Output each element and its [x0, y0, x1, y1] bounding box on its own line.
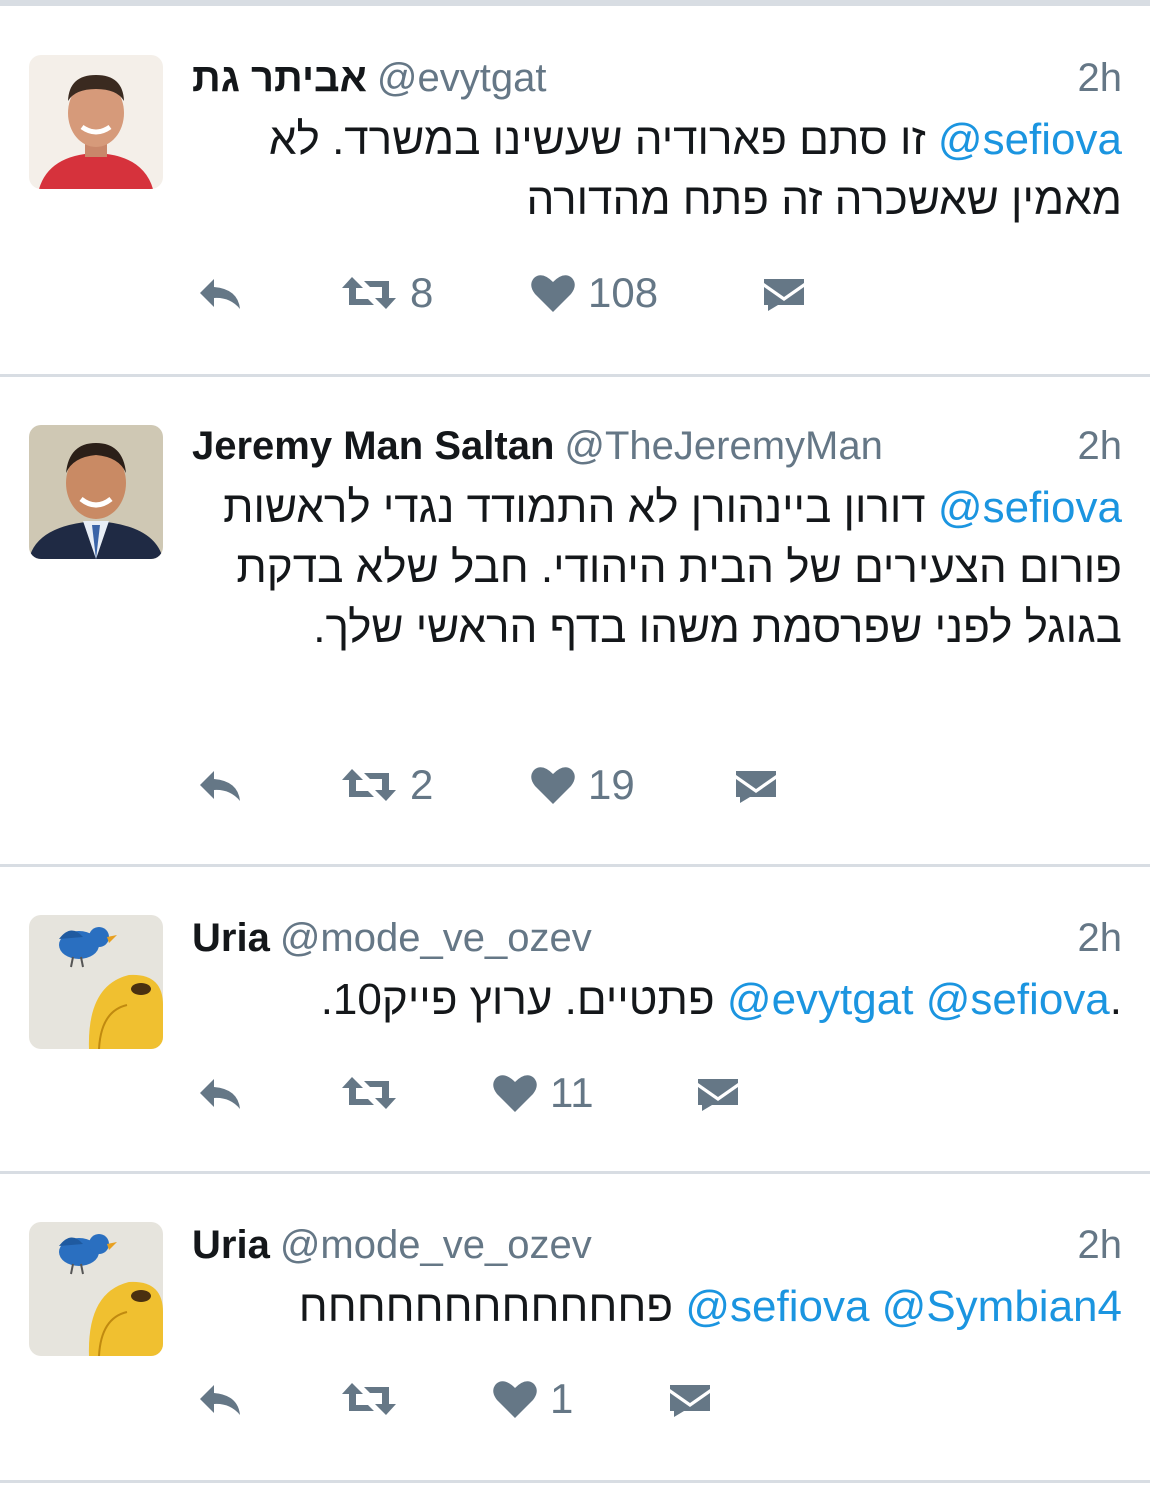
heart-icon	[531, 767, 575, 804]
avatar[interactable]	[29, 915, 163, 1049]
tweet-divider	[0, 1480, 1150, 1483]
like-button[interactable]: 11	[492, 1068, 594, 1118]
avatar[interactable]	[29, 425, 163, 559]
like-button[interactable]: 19	[530, 760, 635, 810]
retweet-icon	[342, 277, 396, 309]
dm-button[interactable]	[696, 1068, 740, 1118]
avatar[interactable]	[29, 55, 163, 189]
retweet-button[interactable]	[340, 1374, 410, 1424]
like-button[interactable]: 108	[530, 268, 658, 318]
retweet-icon	[342, 1383, 396, 1415]
heart-icon	[531, 275, 575, 312]
mention-link[interactable]: @sefiova	[938, 483, 1122, 532]
timestamp[interactable]: 2h	[1078, 913, 1123, 963]
reply-icon	[200, 771, 240, 801]
user-handle[interactable]: @evytgat	[377, 56, 547, 100]
tweet-divider	[0, 1171, 1150, 1174]
like-count: 108	[588, 269, 659, 316]
like-count: 1	[550, 1375, 574, 1422]
tweet-header: אביתר גת @evytgat 2h	[192, 53, 1122, 103]
timestamp[interactable]: 2h	[1078, 53, 1123, 103]
reply-button[interactable]	[196, 1068, 244, 1118]
user-handle[interactable]: @TheJeremyMan	[564, 424, 882, 468]
retweet-button[interactable]: 8	[340, 268, 433, 318]
mention-link[interactable]: @sefiova	[685, 1282, 869, 1331]
retweet-icon	[342, 1077, 396, 1109]
heart-icon	[493, 1381, 537, 1418]
mention-link[interactable]: @evytgat	[727, 975, 914, 1024]
tweet-text: .@sefiova @evytgat פתטיים. ערוץ פייק10.	[192, 970, 1122, 1030]
avatar[interactable]	[29, 1222, 163, 1356]
dm-button[interactable]	[762, 268, 806, 318]
reply-icon	[200, 279, 240, 309]
timestamp[interactable]: 2h	[1078, 1220, 1123, 1270]
mention-link[interactable]: @Symbian4	[882, 1282, 1122, 1331]
reply-button[interactable]	[196, 1374, 244, 1424]
mention-link[interactable]: @sefiova	[926, 975, 1110, 1024]
user-handle[interactable]: @mode_ve_ozev	[280, 916, 592, 960]
dm-button[interactable]	[668, 1374, 712, 1424]
top-border	[0, 0, 1150, 6]
like-count: 19	[588, 761, 635, 808]
envelope-icon	[736, 771, 776, 803]
user-handle[interactable]: @mode_ve_ozev	[280, 1223, 592, 1267]
envelope-icon	[670, 1385, 710, 1417]
tweet-text: @sefiova דורון ביינהורן לא התמודד נגדי ל…	[192, 478, 1122, 658]
tweet-actions: 1	[192, 1374, 1122, 1424]
display-name[interactable]: Jeremy Man Saltan	[192, 424, 554, 468]
tweet-divider	[0, 374, 1150, 377]
retweet-count: 2	[410, 761, 434, 808]
tweet-text: @Symbian4 @sefiova פחחחחחחחחחחחח	[192, 1277, 1122, 1337]
retweet-button[interactable]	[340, 1068, 410, 1118]
display-name[interactable]: אביתר גת	[192, 56, 367, 100]
tweet-actions: 11	[192, 1068, 1122, 1118]
like-button[interactable]: 1	[492, 1374, 573, 1424]
timestamp[interactable]: 2h	[1078, 421, 1123, 471]
tweet-actions: 2 19	[192, 760, 1122, 810]
reply-button[interactable]	[196, 760, 244, 810]
tweet-text-content: פתטיים. ערוץ פייק10.	[320, 975, 727, 1024]
mention-link[interactable]: @sefiova	[938, 115, 1122, 164]
display-name[interactable]: Uria	[192, 916, 270, 960]
tweet-header: Uria @mode_ve_ozev 2h	[192, 913, 1122, 963]
tweet-text-content: פחחחחחחחחחחחח	[298, 1282, 686, 1331]
tweet-divider	[0, 864, 1150, 867]
retweet-button[interactable]: 2	[340, 760, 433, 810]
envelope-icon	[764, 279, 804, 311]
heart-icon	[493, 1075, 537, 1112]
reply-icon	[200, 1079, 240, 1109]
tweet-text-trailing: .	[1109, 975, 1122, 1024]
reply-button[interactable]	[196, 268, 244, 318]
like-count: 11	[550, 1069, 594, 1116]
envelope-icon	[698, 1079, 738, 1111]
tweet-actions: 8 108	[192, 268, 1122, 318]
tweet-text: @sefiova זו סתם פארודיה שעשינו במשרד. לא…	[192, 110, 1122, 230]
retweet-count: 8	[410, 269, 434, 316]
display-name[interactable]: Uria	[192, 1223, 270, 1267]
reply-icon	[200, 1385, 240, 1415]
dm-button[interactable]	[734, 760, 778, 810]
retweet-icon	[342, 769, 396, 801]
tweet-header: Jeremy Man Saltan @TheJeremyMan 2h	[192, 421, 1122, 471]
tweet-header: Uria @mode_ve_ozev 2h	[192, 1220, 1122, 1270]
